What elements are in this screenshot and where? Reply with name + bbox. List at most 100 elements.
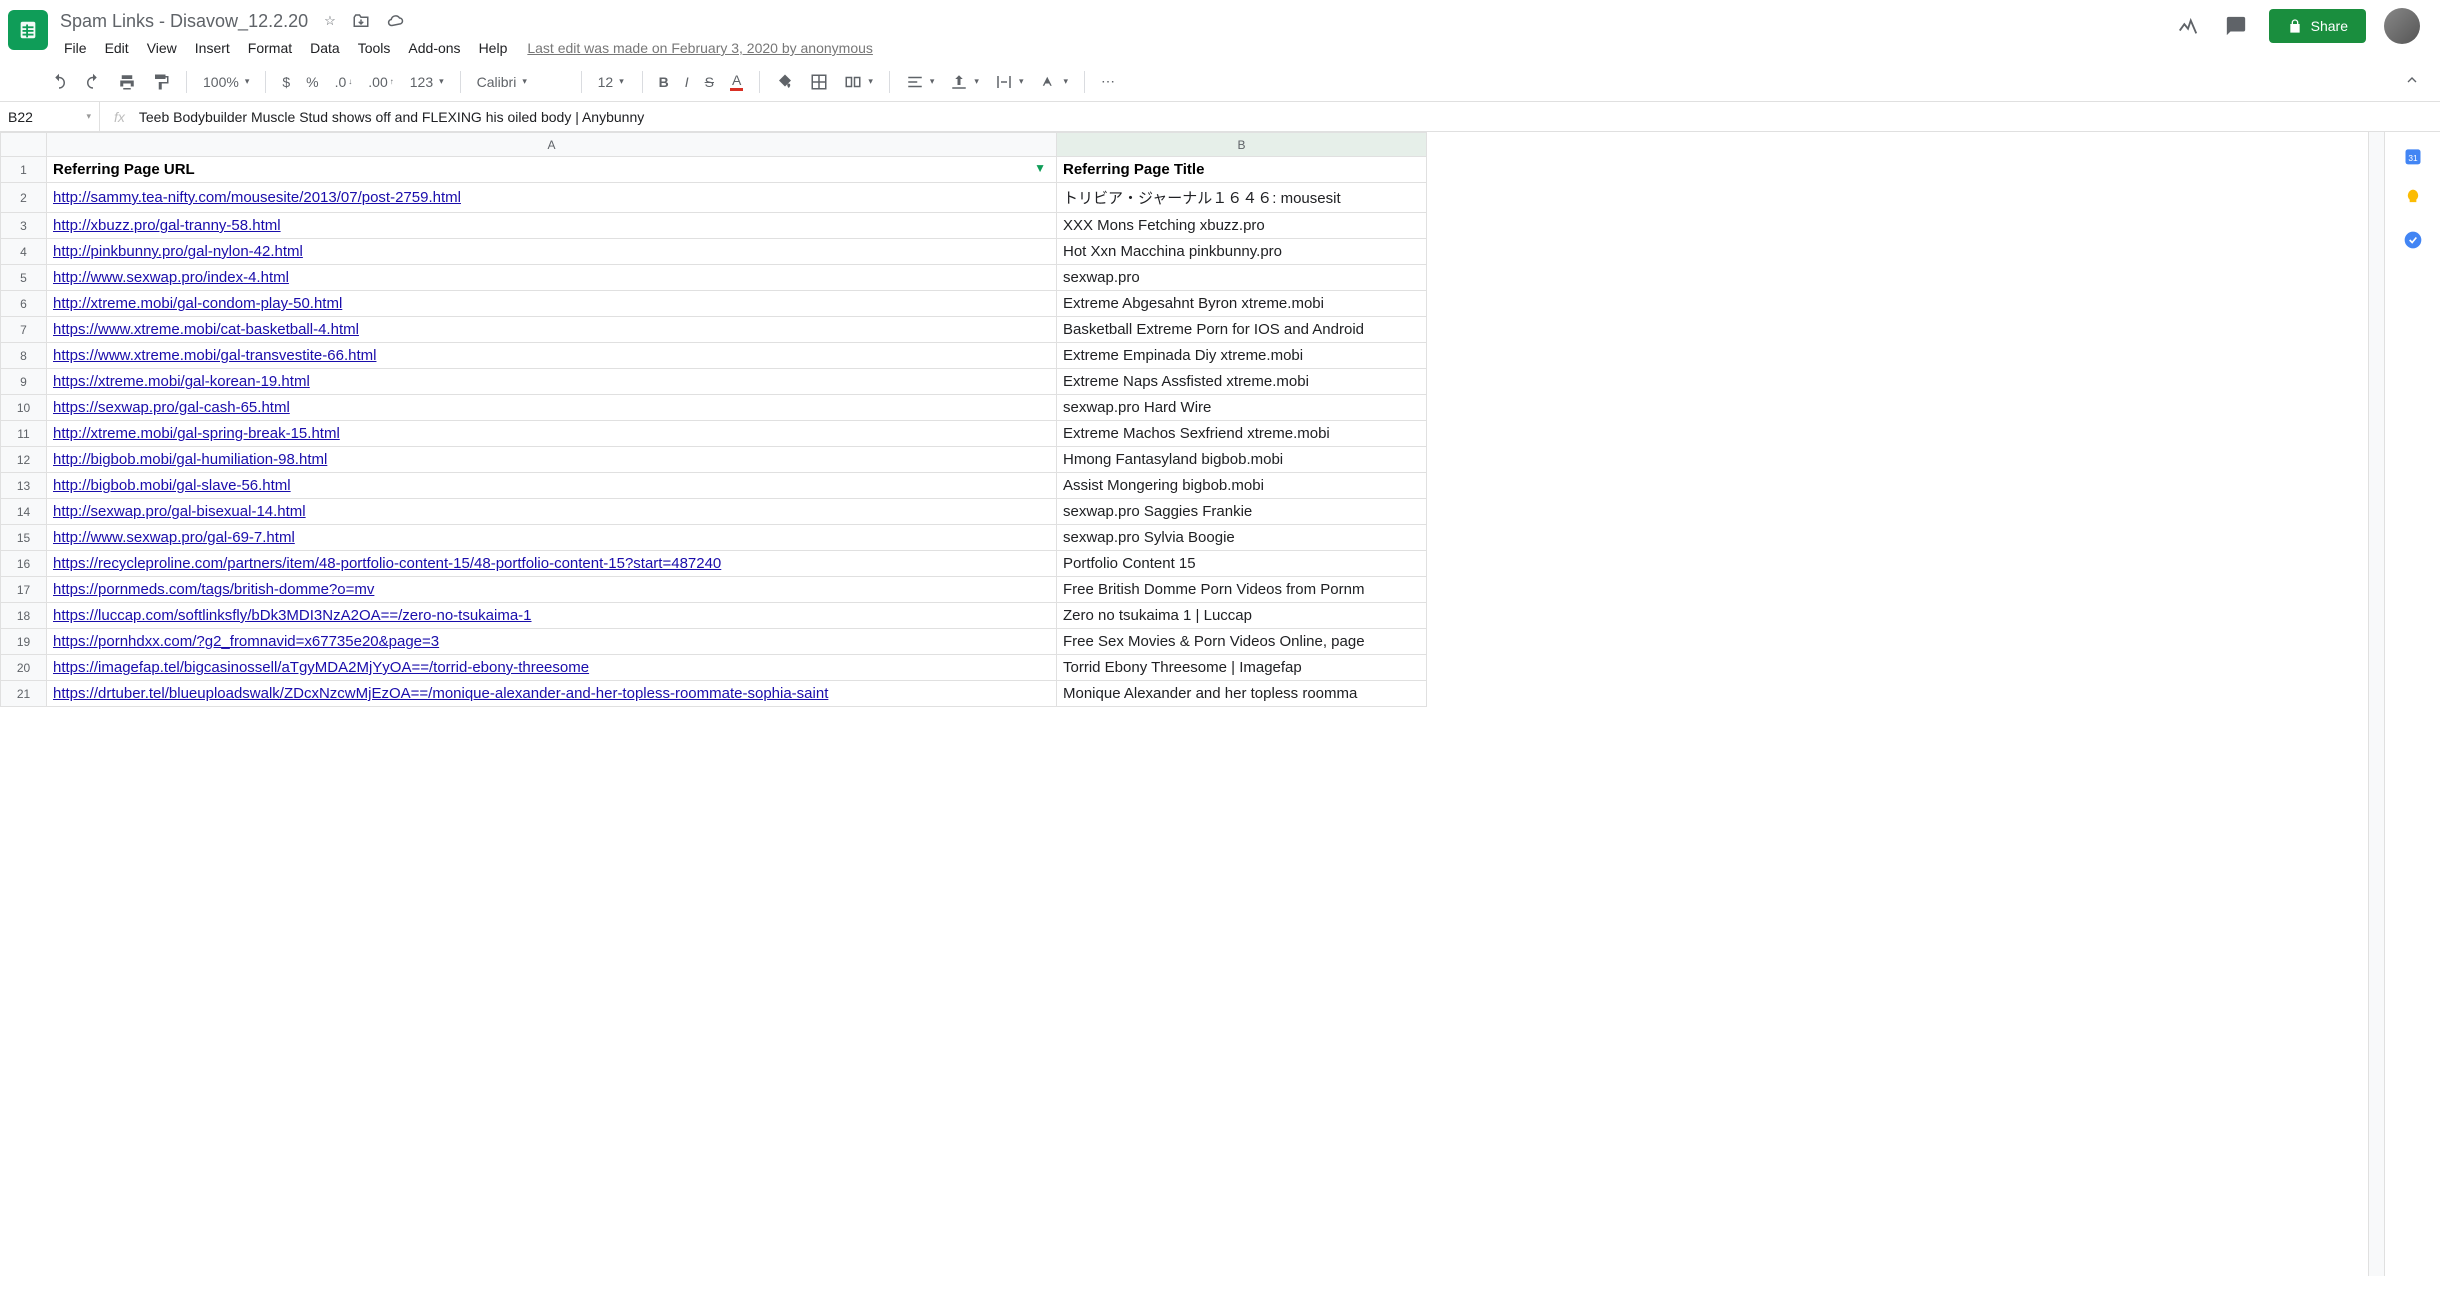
borders-button[interactable] (804, 69, 834, 95)
cell-url[interactable]: http://www.sexwap.pro/gal-69-7.html (47, 525, 1057, 551)
font-size-dropdown[interactable]: 12 (592, 70, 632, 94)
cell-title[interactable]: sexwap.pro Saggies Frankie (1057, 499, 1427, 525)
print-button[interactable] (112, 69, 142, 95)
cell-url[interactable]: https://imagefap.tel/bigcasinossell/aTgy… (47, 655, 1057, 681)
cell-title[interactable]: sexwap.pro Sylvia Boogie (1057, 525, 1427, 551)
row-header[interactable]: 11 (1, 421, 47, 447)
cell-title[interactable]: Free Sex Movies & Porn Videos Online, pa… (1057, 629, 1427, 655)
user-avatar[interactable] (2384, 8, 2420, 44)
cell-title[interactable]: sexwap.pro (1057, 265, 1427, 291)
row-header[interactable]: 6 (1, 291, 47, 317)
spreadsheet-grid[interactable]: A B 1Referring Page URL▼Referring Page T… (0, 132, 2368, 1276)
cell-url[interactable]: http://xbuzz.pro/gal-tranny-58.html (47, 213, 1057, 239)
paint-format-button[interactable] (146, 69, 176, 95)
row-header[interactable]: 15 (1, 525, 47, 551)
cell-url[interactable]: https://sexwap.pro/gal-cash-65.html (47, 395, 1057, 421)
row-header[interactable]: 13 (1, 473, 47, 499)
cell-url[interactable]: https://www.xtreme.mobi/gal-transvestite… (47, 343, 1057, 369)
number-format-dropdown[interactable]: 123 (404, 70, 450, 94)
cell-title[interactable]: Extreme Empinada Diy xtreme.mobi (1057, 343, 1427, 369)
cell-url[interactable]: http://xtreme.mobi/gal-condom-play-50.ht… (47, 291, 1057, 317)
menu-insert[interactable]: Insert (187, 36, 238, 60)
filter-icon[interactable]: ▼ (1034, 161, 1046, 175)
cloud-status-icon[interactable] (382, 8, 408, 34)
name-box[interactable]: B22▾ (0, 102, 100, 131)
more-toolbar-button[interactable]: ⋯ (1095, 69, 1121, 94)
row-header[interactable]: 12 (1, 447, 47, 473)
text-wrap-button[interactable] (989, 69, 1030, 95)
cell-title[interactable]: Torrid Ebony Threesome | Imagefap (1057, 655, 1427, 681)
cell-url[interactable]: http://www.sexwap.pro/index-4.html (47, 265, 1057, 291)
cell-url[interactable]: http://sexwap.pro/gal-bisexual-14.html (47, 499, 1057, 525)
text-rotation-button[interactable] (1033, 69, 1074, 95)
cell-url[interactable]: http://bigbob.mobi/gal-slave-56.html (47, 473, 1057, 499)
row-header[interactable]: 8 (1, 343, 47, 369)
cell-title[interactable]: Hot Xxn Macchina pinkbunny.pro (1057, 239, 1427, 265)
collapse-toolbar-icon[interactable] (2396, 68, 2428, 95)
menu-view[interactable]: View (139, 36, 185, 60)
menu-help[interactable]: Help (471, 36, 516, 60)
comments-icon[interactable] (2221, 11, 2251, 41)
cell-url[interactable]: https://www.xtreme.mobi/cat-basketball-4… (47, 317, 1057, 343)
cell-title[interactable]: Hmong Fantasyland bigbob.mobi (1057, 447, 1427, 473)
menu-tools[interactable]: Tools (350, 36, 399, 60)
row-header[interactable]: 16 (1, 551, 47, 577)
cell-url[interactable]: https://pornmeds.com/tags/british-domme?… (47, 577, 1057, 603)
menu-edit[interactable]: Edit (97, 36, 137, 60)
menu-file[interactable]: File (56, 36, 95, 60)
sheets-logo[interactable] (8, 10, 48, 50)
cell-url[interactable]: http://xtreme.mobi/gal-spring-break-15.h… (47, 421, 1057, 447)
vertical-scrollbar[interactable] (2368, 132, 2384, 1276)
cell-url[interactable]: http://sammy.tea-nifty.com/mousesite/201… (47, 183, 1057, 213)
zoom-dropdown[interactable]: 100% (197, 70, 255, 94)
percent-button[interactable]: % (300, 70, 324, 94)
currency-button[interactable]: $ (276, 70, 296, 94)
redo-button[interactable] (78, 69, 108, 95)
cell-url[interactable]: https://xtreme.mobi/gal-korean-19.html (47, 369, 1057, 395)
tasks-icon[interactable] (2403, 230, 2423, 250)
row-header[interactable]: 2 (1, 183, 47, 213)
horizontal-align-button[interactable] (900, 69, 941, 95)
cell-title[interactable]: Monique Alexander and her topless roomma (1057, 681, 1427, 707)
row-header[interactable]: 19 (1, 629, 47, 655)
text-color-button[interactable]: A (724, 68, 749, 95)
italic-button[interactable]: I (679, 70, 695, 94)
cell-title[interactable]: Zero no tsukaima 1 | Luccap (1057, 603, 1427, 629)
share-button[interactable]: Share (2269, 9, 2366, 43)
cell-title[interactable]: Extreme Naps Assfisted xtreme.mobi (1057, 369, 1427, 395)
column-header-A[interactable]: A (47, 133, 1057, 157)
cell-title[interactable]: Assist Mongering bigbob.mobi (1057, 473, 1427, 499)
calendar-icon[interactable]: 31 (2403, 146, 2423, 166)
cell[interactable]: Referring Page Title (1057, 157, 1427, 183)
cell-url[interactable]: https://pornhdxx.com/?g2_fromnavid=x6773… (47, 629, 1057, 655)
row-header[interactable]: 14 (1, 499, 47, 525)
document-title[interactable]: Spam Links - Disavow_12.2.20 (56, 9, 312, 34)
cell-title[interactable]: sexwap.pro Hard Wire (1057, 395, 1427, 421)
cell-url[interactable]: http://pinkbunny.pro/gal-nylon-42.html (47, 239, 1057, 265)
row-header[interactable]: 20 (1, 655, 47, 681)
select-all-corner[interactable] (1, 133, 47, 157)
formula-input[interactable]: Teeb Bodybuilder Muscle Stud shows off a… (139, 109, 644, 125)
column-header-B[interactable]: B (1057, 133, 1427, 157)
cell-title[interactable]: Free British Domme Porn Videos from Porn… (1057, 577, 1427, 603)
merge-cells-button[interactable] (838, 69, 879, 95)
increase-decimal-button[interactable]: .00↑ (362, 70, 399, 94)
menu-data[interactable]: Data (302, 36, 348, 60)
row-header[interactable]: 18 (1, 603, 47, 629)
menu-format[interactable]: Format (240, 36, 300, 60)
vertical-align-button[interactable] (944, 69, 985, 95)
star-icon[interactable]: ☆ (320, 9, 340, 33)
cell[interactable]: Referring Page URL▼ (47, 157, 1057, 183)
cell-title[interactable]: Portfolio Content 15 (1057, 551, 1427, 577)
row-header[interactable]: 21 (1, 681, 47, 707)
row-header[interactable]: 9 (1, 369, 47, 395)
cell-url[interactable]: https://recycleproline.com/partners/item… (47, 551, 1057, 577)
row-header[interactable]: 1 (1, 157, 47, 183)
row-header[interactable]: 4 (1, 239, 47, 265)
keep-icon[interactable] (2403, 188, 2423, 208)
row-header[interactable]: 3 (1, 213, 47, 239)
cell-title[interactable]: Extreme Abgesahnt Byron xtreme.mobi (1057, 291, 1427, 317)
cell-title[interactable]: XXX Mons Fetching xbuzz.pro (1057, 213, 1427, 239)
activity-icon[interactable] (2173, 11, 2203, 41)
cell-title[interactable]: Extreme Machos Sexfriend xtreme.mobi (1057, 421, 1427, 447)
